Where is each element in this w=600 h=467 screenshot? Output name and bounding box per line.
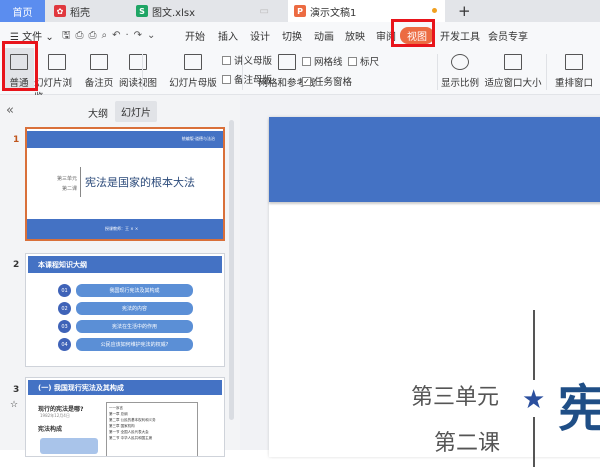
menu-bar: ☰ 文件 ⌄ 🖫⎙⎙⌕↶·↷⌄ 开始 插入 设计 切换 动画 放映 审阅 视图 … <box>0 22 600 48</box>
star-icon: ★ <box>522 385 546 415</box>
divider <box>546 54 547 90</box>
unsaved-dot <box>432 8 437 13</box>
slide-canvas[interactable]: 第三单元 第二课 ★ 宪 <box>269 117 600 467</box>
notes-master-icon <box>222 74 231 84</box>
fit-window-button[interactable]: 适应窗口大小 <box>484 48 542 89</box>
slide-number: 2 <box>13 260 20 270</box>
highlight-normal <box>2 41 38 91</box>
tab-spreadsheet[interactable]: S 图文.xlsx ▭ <box>130 0 287 22</box>
fit-window-icon <box>504 54 522 70</box>
divider <box>437 54 438 90</box>
handout-icon <box>222 55 231 65</box>
slides-panel: « 大纲 幻灯片 1 统编版·道德与法治 第三单元 第二课 宪法是国家的根本大法… <box>0 95 240 457</box>
menu-design[interactable]: 设计 <box>250 28 270 43</box>
tab-docer[interactable]: ✿ 稻壳 <box>48 0 128 22</box>
unit-label: 第三单元 <box>411 385 500 410</box>
slide-heading: 宪法构成 <box>38 426 63 433</box>
quick-access-toolbar: 🖫⎙⎙⌕↶·↷⌄ <box>62 30 161 41</box>
tab-slides[interactable]: 幻灯片 <box>115 101 157 122</box>
item-number: 03 <box>58 320 71 333</box>
docer-icon: ✿ <box>54 5 66 17</box>
tab-bar: 首页 ✿ 稻壳 S 图文.xlsx ▭ P 演示文稿1 + <box>0 0 600 22</box>
slide-thumbnail-2[interactable]: 本课程知识大纲 01 我国现行宪法及其构成 02 宪法的内容 03 宪法在生活中的作用… <box>25 253 225 367</box>
notes-page-icon <box>90 54 108 70</box>
gridlines-checkbox[interactable]: 网格线 <box>302 54 343 68</box>
slide-unit: 第三单元 <box>57 176 78 182</box>
menu-insert[interactable]: 插入 <box>218 28 238 43</box>
divider <box>142 54 143 90</box>
outline-item: 公民应该如何维护宪法的权威? <box>76 338 193 351</box>
constitution-structure-box: 一一序言 第一章 总纲 第二章 公民的基本权利和义务 第三章 国家机构 第一节 全国人民… <box>106 402 198 456</box>
slide-header-text: 统编版·道德与法治 <box>181 136 215 141</box>
tab-home[interactable]: 首页 <box>0 0 45 22</box>
monitor-icon[interactable]: ▭ <box>260 6 269 17</box>
item-number: 04 <box>58 338 71 351</box>
menu-home[interactable]: 开始 <box>185 28 205 43</box>
zoom-icon <box>451 54 469 70</box>
arrange-icon <box>565 54 583 70</box>
presentation-icon: P <box>294 5 306 17</box>
outline-item: 我国现行宪法及其构成 <box>76 284 193 297</box>
arrange-windows-button[interactable]: 重排窗口 <box>550 48 598 89</box>
slide-subtext: 1982年12月4日 <box>40 413 70 418</box>
new-tab-button[interactable]: + <box>452 0 471 22</box>
slide-sorter-icon <box>48 54 66 70</box>
ribbon: 普通 幻灯片浏览 备注页 阅读视图 幻灯片母版 讲义母版 备注母版 网格和参考线… <box>0 48 600 103</box>
slide-header-band <box>269 117 600 202</box>
slide-number: 1 <box>13 135 20 145</box>
ruler-checkbox[interactable]: 标尺 <box>348 54 379 68</box>
collapse-panel-button[interactable]: « <box>6 103 14 118</box>
slide-thumbnail-3[interactable]: (一) 我国现行宪法及其构成 现行的宪法是哪? 1982年12月4日 宪法构成 … <box>25 377 225 457</box>
slide-title: (一) 我国现行宪法及其构成 <box>38 384 124 392</box>
slide-editor: 第三单元 第二课 ★ 宪 <box>240 95 600 467</box>
slide-number: 3 <box>13 385 20 395</box>
slide-question: 现行的宪法是哪? <box>38 406 84 413</box>
highlight-view <box>391 19 435 47</box>
slide-master-icon <box>184 54 202 70</box>
star-icon: ☆ <box>10 400 19 410</box>
outline-item: 宪法的内容 <box>76 302 193 315</box>
slide-teacher: 授课教师：王 × × <box>105 226 139 231</box>
slide-thumbnail-1[interactable]: 统编版·道德与法治 第三单元 第二课 宪法是国家的根本大法 授课教师：王 × × <box>25 127 225 241</box>
divider <box>242 54 243 90</box>
tab-outline[interactable]: 大纲 <box>88 105 108 120</box>
slide-title: 宪法是国家的根本大法 <box>85 176 195 189</box>
menu-animation[interactable]: 动画 <box>314 28 334 43</box>
check-icon: ✓ <box>302 76 311 86</box>
menu-transition[interactable]: 切换 <box>282 28 302 43</box>
item-number: 01 <box>58 284 71 297</box>
slide-lesson: 第二课 <box>62 186 78 192</box>
slide-master-button[interactable]: 幻灯片母版 <box>168 48 218 89</box>
lesson-label: 第二课 <box>434 431 501 456</box>
menu-developer[interactable]: 开发工具 <box>440 28 480 43</box>
slide-title: 宪 <box>558 380 600 438</box>
menu-slideshow[interactable]: 放映 <box>345 28 365 43</box>
menu-member[interactable]: 会员专享 <box>488 28 528 43</box>
zoom-button[interactable]: 显示比例 <box>440 48 480 89</box>
reading-view-button[interactable]: 阅读视图 <box>118 48 158 89</box>
book-icon <box>129 54 147 70</box>
notes-page-button[interactable]: 备注页 <box>84 48 114 89</box>
divider-line <box>533 417 535 467</box>
item-number: 02 <box>58 302 71 315</box>
spreadsheet-icon: S <box>136 5 148 17</box>
task-pane-checkbox[interactable]: ✓ 任务窗格 <box>302 74 352 88</box>
divider-line <box>533 310 535 380</box>
outline-item: 宪法在生活中的作用 <box>76 320 193 333</box>
slide-title: 本课程知识大纲 <box>38 261 87 269</box>
grid-icon <box>278 54 296 70</box>
panel-scrollbar[interactable] <box>229 120 234 420</box>
